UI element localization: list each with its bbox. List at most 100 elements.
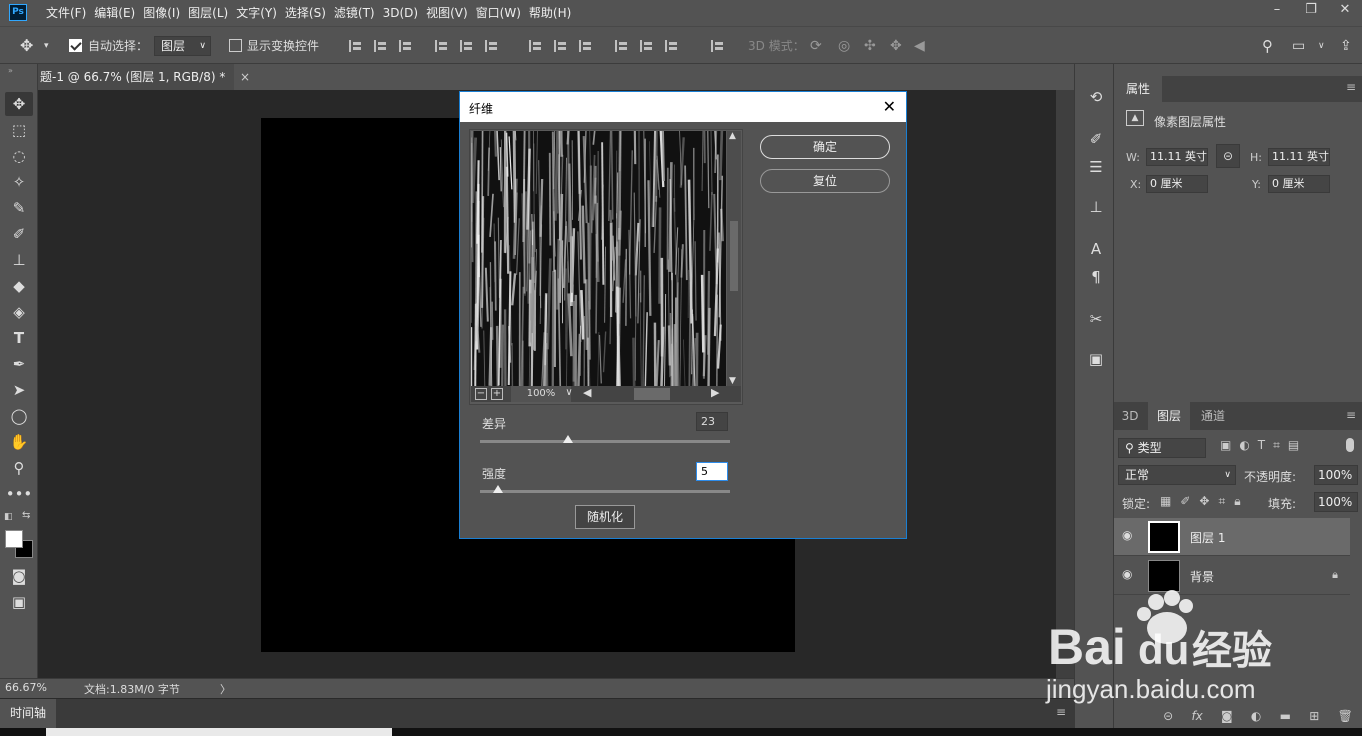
opacity-field[interactable]: 100% bbox=[1314, 465, 1358, 485]
tab-channels[interactable]: 通道 bbox=[1192, 402, 1234, 430]
zoom-in-icon[interactable]: + bbox=[491, 388, 503, 400]
distribute-bottom-icon[interactable] bbox=[578, 39, 592, 53]
tab-layers[interactable]: 图层 bbox=[1148, 402, 1190, 430]
variance-slider-thumb[interactable] bbox=[562, 435, 573, 443]
slide-3d-icon[interactable]: ✥ bbox=[890, 27, 902, 65]
variance-input[interactable]: 23 bbox=[696, 412, 728, 431]
auto-select-target-dropdown[interactable]: 图层 ∨ bbox=[154, 36, 211, 56]
more-tools-icon[interactable]: ••• bbox=[5, 482, 33, 506]
filter-toggle-icon[interactable] bbox=[1346, 438, 1354, 452]
history-icon[interactable]: ⟲ bbox=[1085, 86, 1107, 108]
align-right-icon[interactable] bbox=[484, 39, 498, 53]
menu-3d[interactable]: 3D(D) bbox=[381, 0, 424, 26]
quick-mask-icon[interactable]: ◙ bbox=[5, 564, 33, 588]
paint-bucket-tool-icon[interactable]: ◈ bbox=[5, 300, 33, 324]
menu-image[interactable]: 图像(I) bbox=[141, 0, 186, 26]
fx-icon[interactable]: fx bbox=[1191, 709, 1202, 723]
lock-icons[interactable]: ▦✐✥⌗🔒︎ bbox=[1160, 494, 1250, 509]
clone-source-icon[interactable]: ⊥ bbox=[1085, 196, 1107, 218]
auto-align-icon[interactable] bbox=[710, 39, 724, 53]
default-colors-icon[interactable]: ◧ bbox=[4, 512, 13, 522]
menu-layer[interactable]: 图层(L) bbox=[186, 0, 234, 26]
distribute-left-icon[interactable] bbox=[614, 39, 628, 53]
variance-slider[interactable] bbox=[480, 435, 730, 443]
roll-3d-icon[interactable]: ◎ bbox=[838, 27, 850, 65]
workspace-icon[interactable]: ▭ bbox=[1292, 27, 1305, 65]
path-select-tool-icon[interactable]: ➤ bbox=[5, 378, 33, 402]
layer-filter-dropdown[interactable]: ⚲ 类型 bbox=[1118, 438, 1206, 458]
auto-select-checkbox[interactable] bbox=[69, 39, 82, 52]
adjustment-layer-icon[interactable]: ◐ bbox=[1251, 709, 1261, 723]
blend-mode-dropdown[interactable]: 正常 ∨ bbox=[1118, 465, 1236, 485]
distribute-hcenter-icon[interactable] bbox=[639, 39, 653, 53]
tool-preset-chevron-icon[interactable]: ▾ bbox=[44, 27, 49, 65]
new-layer-icon[interactable]: ⊞ bbox=[1309, 709, 1319, 723]
distribute-top-icon[interactable] bbox=[528, 39, 542, 53]
move-tool-icon[interactable]: ✥ bbox=[20, 27, 33, 65]
chevron-down-icon[interactable]: ∨ bbox=[563, 388, 575, 400]
preview-vertical-scrollbar[interactable]: ▲ ▼ bbox=[727, 131, 741, 386]
visibility-eye-icon[interactable]: ◉ bbox=[1122, 567, 1138, 581]
scroll-down-icon[interactable]: ▼ bbox=[729, 376, 736, 386]
zoom-out-icon[interactable]: − bbox=[475, 388, 487, 400]
minimize-icon[interactable]: – bbox=[1260, 0, 1294, 20]
search-icon[interactable]: ⚲ bbox=[1262, 27, 1273, 65]
dialog-titlebar[interactable]: 纤维 ✕ bbox=[460, 92, 906, 122]
align-bottom-icon[interactable] bbox=[398, 39, 412, 53]
orbit-3d-icon[interactable]: ⟳ bbox=[810, 27, 822, 65]
swap-colors-icon[interactable]: ⇆ bbox=[22, 510, 30, 521]
pen-tool-icon[interactable]: ✒ bbox=[5, 352, 33, 376]
document-tab[interactable]: 题-1 @ 66.7% (图层 1, RGB/8) * × bbox=[38, 64, 250, 90]
layer-filter-icons[interactable]: ▣◐T⌗▤ bbox=[1220, 438, 1307, 453]
close-icon[interactable]: ✕ bbox=[1328, 0, 1362, 20]
adjustments-icon[interactable]: ☰ bbox=[1085, 156, 1107, 178]
link-icon[interactable]: ⊝ bbox=[1216, 144, 1240, 168]
align-top-icon[interactable] bbox=[348, 39, 362, 53]
stamp-tool-icon[interactable]: ⊥ bbox=[5, 248, 33, 272]
height-field[interactable]: 11.11 英寸 bbox=[1268, 148, 1330, 166]
scroll-left-icon[interactable]: ◀ bbox=[583, 386, 591, 399]
brush-tool-icon[interactable]: ✐ bbox=[5, 222, 33, 246]
horizontal-scroll-thumb[interactable] bbox=[634, 388, 670, 400]
taskbar-search[interactable] bbox=[46, 728, 392, 736]
hand-tool-icon[interactable]: ✋ bbox=[5, 430, 33, 454]
lasso-tool-icon[interactable]: ◌ bbox=[5, 144, 33, 168]
magic-wand-tool-icon[interactable]: ✧ bbox=[5, 170, 33, 194]
type-tool-icon[interactable]: T bbox=[5, 326, 33, 350]
align-left-icon[interactable] bbox=[434, 39, 448, 53]
marquee-tool-icon[interactable]: ⬚ bbox=[5, 118, 33, 142]
timeline-tab[interactable]: 时间轴 bbox=[0, 699, 56, 729]
layer-name[interactable]: 图层 1 bbox=[1190, 529, 1225, 546]
collapse-icon[interactable]: » bbox=[8, 66, 13, 75]
layer-row[interactable]: ◉ 图层 1 bbox=[1114, 518, 1350, 556]
zoom-readout[interactable]: 66.67% bbox=[5, 681, 47, 694]
canvas-vertical-scrollbar[interactable] bbox=[1056, 90, 1074, 678]
menu-help[interactable]: 帮助(H) bbox=[527, 0, 577, 26]
screen-mode-icon[interactable]: ▣ bbox=[5, 590, 33, 614]
show-transform-checkbox[interactable] bbox=[229, 39, 242, 52]
brush-settings-icon[interactable]: ✐ bbox=[1085, 128, 1107, 150]
navigator-icon[interactable]: ▣ bbox=[1085, 348, 1107, 370]
eyedropper-tool-icon[interactable]: ✎ bbox=[5, 196, 33, 220]
tab-3d[interactable]: 3D bbox=[1114, 402, 1146, 430]
add-mask-icon[interactable]: ◙ bbox=[1221, 709, 1233, 723]
tools-settings-icon[interactable]: ✂ bbox=[1085, 308, 1107, 330]
move-tool-icon[interactable]: ✥ bbox=[5, 92, 33, 116]
menu-view[interactable]: 视图(V) bbox=[424, 0, 474, 26]
properties-tab[interactable]: 属性 bbox=[1114, 76, 1162, 102]
link-layers-icon[interactable]: ⊝ bbox=[1163, 709, 1173, 723]
strength-slider[interactable] bbox=[480, 485, 730, 493]
layer-row[interactable]: ◉ 背景 🔒︎ bbox=[1114, 557, 1350, 595]
paragraph-icon[interactable]: ¶ bbox=[1085, 266, 1107, 288]
width-field[interactable]: 11.11 英寸 bbox=[1146, 148, 1208, 166]
ok-button[interactable]: 确定 bbox=[760, 135, 890, 159]
scale-3d-icon[interactable]: ◀ bbox=[914, 27, 925, 65]
x-field[interactable]: 0 厘米 bbox=[1146, 175, 1208, 193]
close-icon[interactable]: ✕ bbox=[883, 97, 896, 116]
character-icon[interactable]: A bbox=[1085, 238, 1107, 260]
scroll-up-icon[interactable]: ▲ bbox=[729, 131, 736, 141]
panel-menu-icon[interactable]: ≡ bbox=[1346, 80, 1356, 94]
ellipse-tool-icon[interactable]: ◯ bbox=[5, 404, 33, 428]
menu-select[interactable]: 选择(S) bbox=[283, 0, 332, 26]
randomize-button[interactable]: 随机化 bbox=[575, 505, 635, 529]
